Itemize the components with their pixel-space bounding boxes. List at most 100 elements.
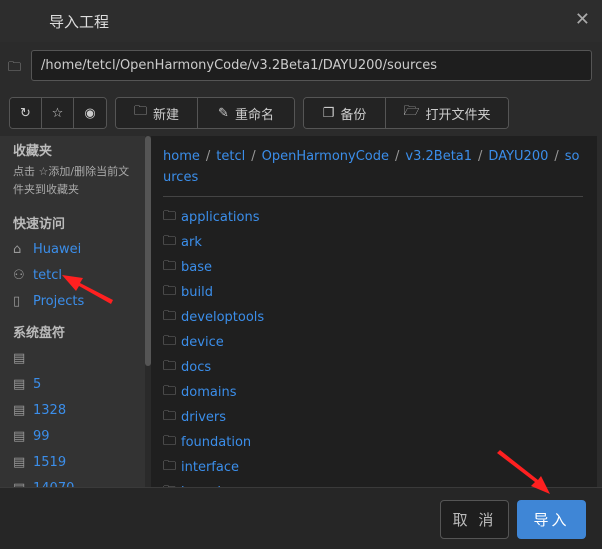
folder-icon: 🗀 (163, 233, 177, 249)
breadcrumb-separator: / (478, 149, 483, 164)
breadcrumb-separator: / (205, 149, 211, 164)
breadcrumb-item[interactable]: v3.2Beta1 (405, 149, 472, 164)
pencil-icon: ✎ (218, 105, 229, 121)
folder-name: device (181, 335, 224, 350)
folder-item[interactable]: 🗀 ark (163, 230, 597, 255)
user-icon: ⚇ (13, 267, 25, 283)
quick-item-projects[interactable]: ▯ Projects (13, 288, 145, 314)
dialog-title: 导入工程 (49, 13, 110, 31)
breadcrumb-separator: / (554, 149, 559, 164)
rename-button[interactable]: ✎ 重命名 (198, 98, 294, 128)
folder-name: drivers (181, 410, 227, 425)
quick-item-label: Huawei (33, 241, 82, 257)
backup-button[interactable]: ❐ 备份 (304, 98, 386, 128)
nav-toolbar: ↻ ☆ ◉ (9, 97, 107, 129)
title-bar: 导入工程 ✕ (0, 0, 602, 42)
drive-item[interactable]: ▤ 99 (13, 423, 145, 449)
folder-icon: 🗀 (163, 433, 177, 449)
open-folder-label: 打开文件夹 (425, 107, 491, 123)
favorites-title: 收藏夹 (13, 144, 53, 159)
folder-name: domains (181, 385, 237, 400)
folder-item[interactable]: 🗀 developtools (163, 305, 597, 330)
folder-icon: 🗀 (163, 208, 177, 224)
folder-item[interactable]: 🗀 device (163, 330, 597, 355)
folder-name: docs (181, 360, 212, 375)
show-hidden-button[interactable]: ◉ (74, 98, 106, 128)
star-icon: ☆ (51, 105, 64, 121)
drive-item[interactable]: ▤14070 (13, 475, 145, 488)
dialog-footer: 取 消 导入 (0, 487, 602, 549)
quick-item-tetcl[interactable]: ⚇ tetcl (13, 262, 145, 288)
sidebar: 收藏夹 点击 ☆添加/删除当前文件夹到收藏夹 快速访问 ⌂ Huawei ⚇ tetc… (0, 136, 145, 487)
drive-label: 1328 (33, 402, 67, 418)
new-folder-button[interactable]: 🗀 新建 (116, 98, 198, 128)
close-icon[interactable]: ✕ (575, 9, 590, 30)
folder-name: base (181, 260, 213, 275)
backup-label: 备份 (340, 107, 367, 123)
new-folder-icon: 🗀 (133, 104, 147, 119)
copy-icon: ❐ (322, 105, 335, 121)
edit-toolbar: 🗀 新建 ✎ 重命名 (115, 97, 295, 129)
drive-icon: ▤ (13, 376, 26, 392)
folder-item[interactable]: 🗀 applications (163, 205, 597, 230)
folder-item[interactable]: 🗀 base (163, 255, 597, 280)
quick-item-label: tetcl (33, 267, 62, 283)
drive-item[interactable]: ▤ 1519 (13, 449, 145, 475)
folder-icon: 🗀 (163, 333, 177, 349)
drive-label: 1519 (33, 454, 67, 470)
folder-item[interactable]: 🗀 drivers (163, 405, 597, 430)
drive-icon: ▤ (13, 402, 26, 418)
folder-icon: 🗀 (163, 308, 177, 324)
drives-title: 系统盘符 (13, 326, 66, 341)
open-folder-button[interactable]: 🗁 打开文件夹 (386, 98, 508, 128)
path-row: 🗀 (0, 42, 602, 90)
folder-item[interactable]: 🗀 domains (163, 380, 597, 405)
drive-icon: ▤ (13, 454, 26, 470)
breadcrumb-item[interactable]: DAYU200 (488, 149, 548, 164)
drive-icon: ▤ (13, 350, 26, 366)
quick-item-label: Projects (33, 293, 85, 309)
folder-name: interface (181, 460, 239, 475)
folder-item[interactable]: 🗀 interface (163, 455, 597, 480)
folder-icon: 🗀 (163, 358, 177, 374)
folder-item[interactable]: 🗀 build (163, 280, 597, 305)
document-icon: ▯ (13, 293, 21, 309)
refresh-button[interactable]: ↻ (10, 98, 42, 128)
folder-open-icon: 🗁 (403, 104, 420, 119)
new-label: 新建 (153, 107, 180, 123)
drive-label: 99 (33, 428, 50, 444)
breadcrumb-item[interactable]: tetcl (216, 149, 245, 164)
folder-name: build (181, 285, 213, 300)
drive-label: 5 (33, 376, 42, 392)
drive-item[interactable]: ▤ (13, 345, 145, 371)
breadcrumb-separator: / (395, 149, 400, 164)
folder-icon: 🗀 (163, 383, 177, 399)
drive-item[interactable]: ▤ 5 (13, 371, 145, 397)
folder-icon: 🗀 (163, 408, 177, 424)
path-input[interactable] (31, 50, 592, 81)
folder-name: applications (181, 210, 260, 225)
cancel-button[interactable]: 取 消 (440, 500, 509, 539)
folder-name: foundation (181, 435, 252, 450)
drive-icon: ▤ (13, 428, 26, 444)
folder-icon: 🗀 (163, 258, 177, 274)
folder-item[interactable]: 🗀 foundation (163, 430, 597, 455)
file-toolbar: ❐ 备份 🗁 打开文件夹 (303, 97, 509, 129)
folder-item[interactable]: 🗀kernel (163, 480, 597, 488)
drive-item[interactable]: ▤ 1328 (13, 397, 145, 423)
folder-name: developtools (181, 310, 265, 325)
file-list-panel: home / tetcl / OpenHarmonyCode / v3.2Beta1 / DAY… (151, 136, 597, 487)
folder-icon: 🗀 (163, 458, 177, 474)
breadcrumb-separator: / (251, 149, 256, 164)
eye-icon: ◉ (84, 105, 96, 121)
home-icon: ⌂ (13, 241, 22, 257)
folder-icon: 🗀 (8, 60, 22, 75)
breadcrumb-item[interactable]: OpenHarmonyCode (262, 149, 389, 164)
breadcrumb-item[interactable]: home (163, 149, 200, 164)
folder-item[interactable]: 🗀 docs (163, 355, 597, 380)
favorite-button[interactable]: ☆ (42, 98, 74, 128)
import-button[interactable]: 导入 (517, 500, 586, 539)
refresh-icon: ↻ (20, 105, 31, 121)
quick-access-title: 快速访问 (13, 217, 66, 232)
quick-item-huawei[interactable]: ⌂ Huawei (13, 236, 145, 262)
